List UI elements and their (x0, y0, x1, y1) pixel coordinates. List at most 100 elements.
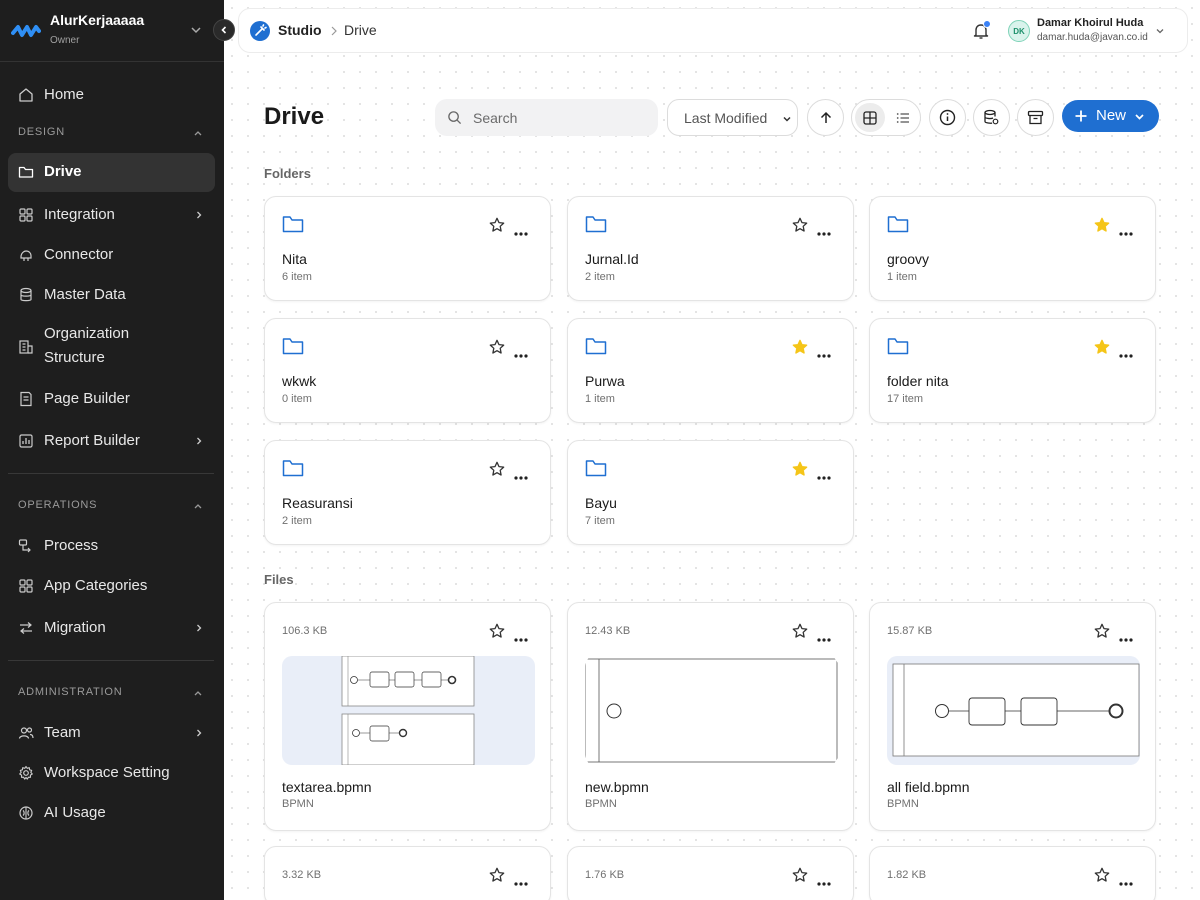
star-icon[interactable] (489, 217, 505, 233)
more-options-icon[interactable] (514, 873, 528, 886)
grid-view-button[interactable] (855, 103, 885, 132)
sidebar-item-master-data[interactable]: Master Data (8, 282, 215, 308)
star-icon[interactable] (489, 461, 505, 477)
folder-name: Jurnal.Id (585, 251, 639, 267)
sidebar-item-home[interactable]: Home (8, 82, 215, 108)
database-settings-button[interactable] (973, 99, 1010, 136)
more-options-icon[interactable] (1119, 873, 1133, 886)
database-settings-icon (984, 109, 999, 125)
page-title: Drive (264, 103, 325, 130)
sidebar-divider (8, 660, 214, 661)
sidebar-item-label: Integration (44, 206, 115, 223)
breadcrumb-studio[interactable]: Studio (278, 22, 322, 38)
chevron-up-icon[interactable] (193, 688, 203, 698)
chevron-up-icon[interactable] (193, 501, 203, 511)
star-icon[interactable] (1094, 867, 1110, 883)
file-card[interactable]: 1.82 KB (869, 846, 1156, 900)
folder-name: Nita (282, 251, 307, 267)
database-icon (20, 287, 32, 302)
more-options-icon[interactable] (817, 223, 831, 236)
search-icon (448, 111, 462, 125)
folder-card[interactable]: groovy 1 item (869, 196, 1156, 301)
folder-icon (282, 337, 304, 355)
folder-icon (282, 215, 304, 233)
sidebar-item-process[interactable]: Process (8, 533, 215, 559)
folder-item-count: 7 item (585, 515, 615, 527)
more-options-icon[interactable] (1119, 345, 1133, 358)
chevron-down-icon[interactable] (1155, 26, 1165, 36)
chevron-right-icon (197, 437, 202, 445)
folder-name: Reasuransi (282, 495, 353, 511)
folder-card[interactable]: Bayu 7 item (567, 440, 854, 545)
archive-button[interactable] (1017, 99, 1054, 136)
breadcrumb-drive[interactable]: Drive (344, 22, 377, 38)
more-options-icon[interactable] (817, 345, 831, 358)
file-card[interactable]: 12.43 KB new.bpmn BPMN (567, 602, 854, 831)
folder-card[interactable]: Reasuransi 2 item (264, 440, 551, 545)
star-filled-icon[interactable] (792, 461, 808, 477)
sidebar-item-page-builder[interactable]: Page Builder (8, 386, 215, 412)
sidebar-item-workspace-setting[interactable]: Workspace Setting (8, 760, 215, 786)
file-type: BPMN (887, 798, 919, 810)
sidebar-item-drive[interactable]: Drive (8, 153, 215, 192)
info-button[interactable] (929, 99, 966, 136)
file-card[interactable]: 1.76 KB (567, 846, 854, 900)
file-card[interactable]: 3.32 KB (264, 846, 551, 900)
star-icon[interactable] (792, 623, 808, 639)
sidebar-item-integration[interactable]: Integration (8, 202, 215, 228)
file-card[interactable]: 15.87 KB all field.bpmn BPMN (869, 602, 1156, 831)
folders-section-title: Folders (264, 166, 311, 181)
more-options-icon[interactable] (514, 345, 528, 358)
user-name: Damar Khoirul Huda (1037, 17, 1144, 29)
star-icon[interactable] (792, 867, 808, 883)
sidebar-item-team[interactable]: Team (8, 720, 215, 746)
notification-dot (983, 20, 991, 28)
star-icon[interactable] (489, 867, 505, 883)
sidebar-item-app-categories[interactable]: App Categories (8, 573, 215, 599)
search-input[interactable] (473, 108, 643, 128)
more-options-icon[interactable] (514, 223, 528, 236)
chevron-down-icon (191, 27, 201, 34)
list-view-button[interactable] (888, 103, 918, 132)
more-options-icon[interactable] (514, 629, 528, 642)
folder-card[interactable]: folder nita 17 item (869, 318, 1156, 423)
file-card[interactable]: 106.3 KB textarea.bpmn BPMN (264, 602, 551, 831)
folder-card[interactable]: Purwa 1 item (567, 318, 854, 423)
star-filled-icon[interactable] (1094, 217, 1110, 233)
workspace-switcher[interactable]: AlurKerjaaaaa Owner (0, 0, 224, 62)
star-filled-icon[interactable] (792, 339, 808, 355)
sidebar-item-organization-structure[interactable]: Organization Structure (8, 322, 215, 372)
more-options-icon[interactable] (817, 467, 831, 480)
more-options-icon[interactable] (514, 467, 528, 480)
sort-select[interactable]: Last Modified (667, 99, 798, 136)
more-options-icon[interactable] (1119, 629, 1133, 642)
new-button[interactable]: New (1062, 100, 1159, 132)
sidebar-item-label: Team (44, 724, 81, 741)
sidebar-item-migration[interactable]: Migration (8, 615, 215, 641)
search-box[interactable] (435, 99, 658, 136)
more-options-icon[interactable] (817, 629, 831, 642)
folder-icon (585, 215, 607, 233)
collapse-sidebar-button[interactable] (213, 19, 235, 41)
star-icon[interactable] (1094, 623, 1110, 639)
more-options-icon[interactable] (817, 873, 831, 886)
folder-card[interactable]: Jurnal.Id 2 item (567, 196, 854, 301)
sidebar-item-report-builder[interactable]: Report Builder (8, 428, 215, 454)
star-icon[interactable] (489, 623, 505, 639)
file-type: BPMN (282, 798, 314, 810)
studio-icon (250, 21, 270, 41)
sidebar-item-connector[interactable]: Connector (8, 242, 215, 268)
star-filled-icon[interactable] (1094, 339, 1110, 355)
more-options-icon[interactable] (1119, 223, 1133, 236)
sidebar-item-ai-usage[interactable]: AI Usage (8, 800, 215, 826)
file-name: textarea.bpmn (282, 779, 372, 795)
sort-direction-button[interactable] (807, 99, 844, 136)
chevron-up-icon[interactable] (193, 128, 203, 138)
new-button-label: New (1096, 107, 1127, 124)
star-icon[interactable] (792, 217, 808, 233)
star-icon[interactable] (489, 339, 505, 355)
avatar[interactable]: DK (1008, 20, 1030, 42)
folder-card[interactable]: wkwk 0 item (264, 318, 551, 423)
folder-card[interactable]: Nita 6 item (264, 196, 551, 301)
sidebar-item-label: Page Builder (44, 390, 130, 407)
